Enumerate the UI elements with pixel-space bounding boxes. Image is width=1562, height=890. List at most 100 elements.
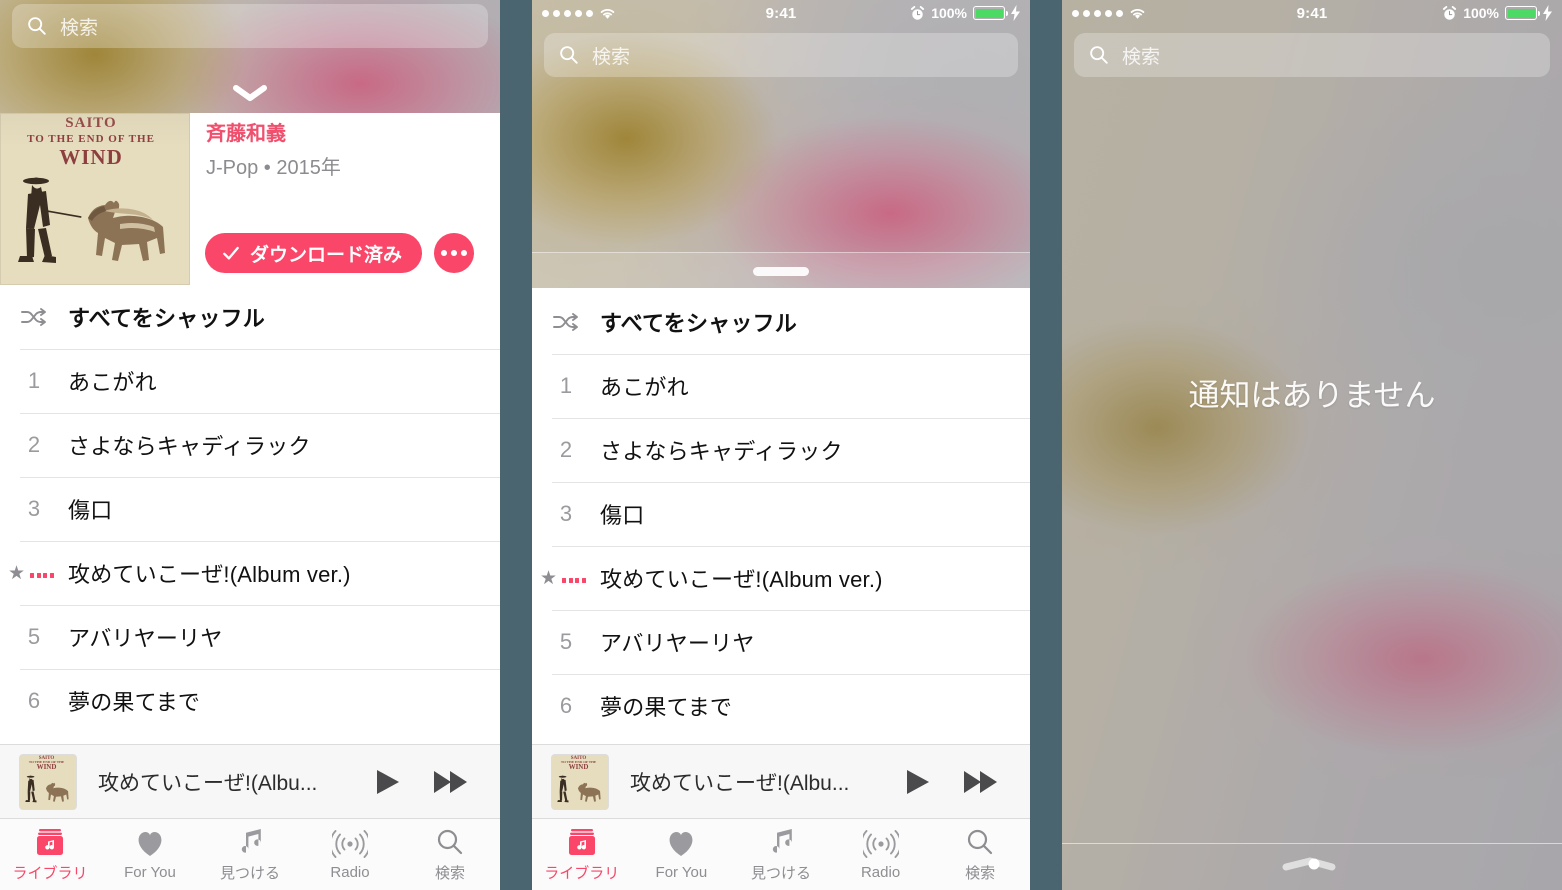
panel-notification-center: 9:41 100% 検索 通知はありません xyxy=(1062,0,1562,890)
battery-icon xyxy=(1505,6,1540,20)
battery-percent: 100% xyxy=(931,5,967,21)
track-number: 3 xyxy=(559,501,573,526)
status-bar: 9:41 100% xyxy=(1062,0,1562,26)
album-genre-year: J-Pop • 2015年 xyxy=(206,157,341,179)
drag-pill-handle[interactable] xyxy=(753,267,809,276)
tab-label: 見つける xyxy=(750,865,811,882)
tab-search[interactable]: 検索 xyxy=(930,819,1030,890)
track-number: 2 xyxy=(27,432,41,457)
tab-label: For You xyxy=(655,864,708,881)
lightning-bolt-icon xyxy=(1011,5,1020,21)
track-row[interactable]: 2 さよならキャディラック xyxy=(532,418,1030,482)
row-lead: ★ xyxy=(0,564,68,583)
tab-label: For You xyxy=(124,864,176,881)
track-number: 1 xyxy=(27,368,41,393)
search-placeholder: 検索 xyxy=(60,17,99,39)
track-number: 6 xyxy=(559,693,573,718)
status-bar: 9:41 100% xyxy=(532,0,1030,26)
mini-player[interactable]: SAITO TO THE END OF THE WIND 攻めていこーぜ!(Al… xyxy=(532,744,1030,818)
next-track-button[interactable] xyxy=(962,767,1000,797)
shuffle-all-row[interactable]: すべてをシャッフル xyxy=(532,290,1030,354)
checkmark-icon xyxy=(223,246,239,260)
track-list: すべてをシャッフル 1 あこがれ 2 さよならキャディラック 3 傷口 ★ 攻め… xyxy=(532,290,1030,738)
chevron-down-icon[interactable] xyxy=(228,83,272,103)
downloaded-button[interactable]: ダウンロード済み xyxy=(204,233,422,273)
search-placeholder: 検索 xyxy=(1122,46,1161,68)
tab-label: ライブラリ xyxy=(544,865,620,882)
album-meta: 斉藤和義 J-Pop • 2015年 ダウンロード済み xyxy=(190,113,500,285)
play-button[interactable] xyxy=(372,767,402,797)
tab-for-you[interactable]: For You xyxy=(632,819,732,890)
track-row[interactable]: 3 傷口 xyxy=(0,477,500,541)
track-title: 夢の果てまで xyxy=(68,690,201,715)
tab-library[interactable]: ライブラリ xyxy=(532,819,632,890)
track-row[interactable]: 6 夢の果てまで xyxy=(0,669,500,733)
tab-browse[interactable]: 見つける xyxy=(731,819,831,890)
tab-bar: ライブラリ For You 見つける Radio 検索 xyxy=(0,818,500,890)
alarm-clock-icon xyxy=(1443,5,1457,20)
track-row[interactable]: 1 あこがれ xyxy=(0,349,500,413)
panel-notification-pulldown: 9:41 100% 検索 すべてをシャッフル 1 あこがれ 2 さよならキャディ… xyxy=(532,0,1030,890)
heart-icon xyxy=(666,828,696,860)
radio-waves-icon xyxy=(332,828,368,860)
track-row[interactable]: 3 傷口 xyxy=(532,482,1030,546)
shuffle-all-label: すべてをシャッフル xyxy=(68,306,265,331)
search-bar[interactable]: 検索 xyxy=(544,33,1018,77)
track-number: 5 xyxy=(559,629,573,654)
music-note-icon xyxy=(767,826,795,858)
album-artwork: SAITO TO THE END OF THE WIND xyxy=(0,113,190,285)
track-title: あこがれ xyxy=(600,375,689,400)
battery-percent: 100% xyxy=(1463,5,1499,21)
tab-browse[interactable]: 見つける xyxy=(200,819,300,890)
mini-artwork-illustration xyxy=(25,775,69,802)
play-button[interactable] xyxy=(902,767,932,797)
album-artwork-illustration xyxy=(18,177,165,263)
grabber-handle-icon[interactable] xyxy=(1280,856,1344,872)
shuffle-all-row[interactable]: すべてをシャッフル xyxy=(0,285,500,349)
track-number: 2 xyxy=(559,437,573,462)
track-row[interactable]: 1 あこがれ xyxy=(532,354,1030,418)
track-row-now-playing[interactable]: ★ 攻めていこーぜ!(Album ver.) xyxy=(0,541,500,605)
fast-forward-icon xyxy=(434,770,467,793)
search-icon xyxy=(28,17,46,35)
row-lead: 1 xyxy=(0,368,68,394)
track-row[interactable]: 2 さよならキャディラック xyxy=(0,413,500,477)
status-right: 100% xyxy=(910,5,1020,21)
mini-artwork-illustration xyxy=(557,775,601,802)
shuffle-icon xyxy=(553,313,578,331)
music-note-icon xyxy=(236,826,264,858)
track-row[interactable]: 5 アバリヤーリヤ xyxy=(0,605,500,669)
row-lead: 5 xyxy=(0,624,68,650)
track-row[interactable]: 6 夢の果てまで xyxy=(532,674,1030,738)
row-lead: ★ xyxy=(532,569,600,588)
tab-radio[interactable]: Radio xyxy=(831,819,931,890)
search-icon xyxy=(435,826,465,858)
search-bar[interactable]: 検索 xyxy=(12,4,488,48)
track-number: 1 xyxy=(559,373,573,398)
tab-label: 見つける xyxy=(219,865,280,882)
search-icon xyxy=(965,826,995,858)
row-lead: 2 xyxy=(0,432,68,458)
search-bar[interactable]: 検索 xyxy=(1074,33,1550,77)
track-title: 傷口 xyxy=(600,503,645,528)
track-row-now-playing[interactable]: ★ 攻めていこーぜ!(Album ver.) xyxy=(532,546,1030,610)
next-track-button[interactable] xyxy=(432,767,470,797)
screenshot-root: 検索 SAITO TO THE END OF THE WIND 斉藤和義 J-P… xyxy=(0,0,1562,890)
tab-for-you[interactable]: For You xyxy=(100,819,200,890)
track-title: アバリヤーリヤ xyxy=(68,626,223,651)
dim-overlay xyxy=(1062,0,1562,890)
album-artist[interactable]: 斉藤和義 xyxy=(206,121,500,147)
alarm-clock-icon xyxy=(911,5,925,20)
tab-bar: ライブラリ For You 見つける Radio 検索 xyxy=(532,818,1030,890)
mini-player-title: 攻めていこーぜ!(Albu... xyxy=(630,771,850,795)
tab-search[interactable]: 検索 xyxy=(400,819,500,890)
mini-player[interactable]: SAITO TO THE END OF THE WIND 攻めていこーぜ!(Al… xyxy=(0,744,500,818)
tab-label: 検索 xyxy=(434,865,465,882)
more-options-button[interactable] xyxy=(434,233,474,273)
album-actions: ダウンロード済み xyxy=(204,233,474,273)
tab-library[interactable]: ライブラリ xyxy=(0,819,100,890)
tab-radio[interactable]: Radio xyxy=(300,819,400,890)
row-lead: 3 xyxy=(0,496,68,522)
row-lead: 1 xyxy=(532,373,600,399)
track-row[interactable]: 5 アバリヤーリヤ xyxy=(532,610,1030,674)
